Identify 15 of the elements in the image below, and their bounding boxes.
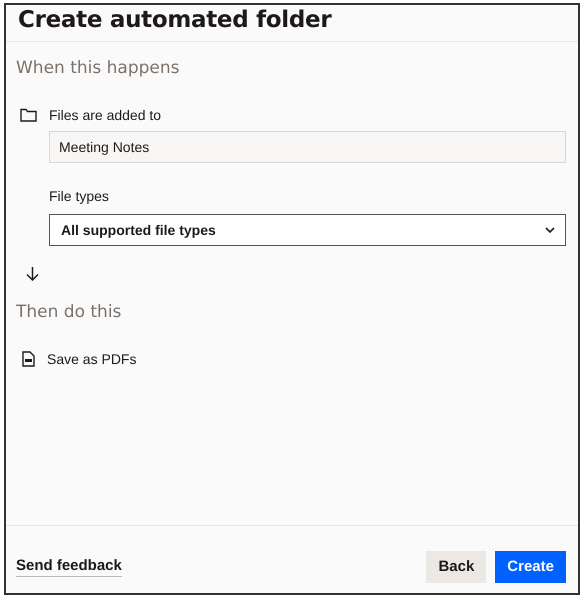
action-label: Save as PDFs bbox=[47, 351, 136, 367]
dialog-title: Create automated folder bbox=[18, 7, 333, 33]
arrow-down-icon bbox=[26, 266, 39, 281]
folder-input[interactable]: Meeting Notes bbox=[49, 131, 566, 163]
file-types-select[interactable]: All supported file types bbox=[49, 214, 566, 246]
pdf-file-icon bbox=[22, 351, 35, 367]
send-feedback-link[interactable]: Send feedback bbox=[16, 556, 122, 576]
section-heading: When this happens bbox=[16, 58, 181, 78]
field-label: Files are added to bbox=[49, 107, 162, 123]
folder-icon bbox=[20, 108, 37, 122]
chevron-down-icon bbox=[545, 227, 555, 233]
field-label: File types bbox=[49, 188, 109, 204]
back-button[interactable]: Back bbox=[426, 550, 486, 582]
section-heading: Then do this bbox=[16, 302, 122, 322]
create-button[interactable]: Create bbox=[495, 550, 566, 582]
